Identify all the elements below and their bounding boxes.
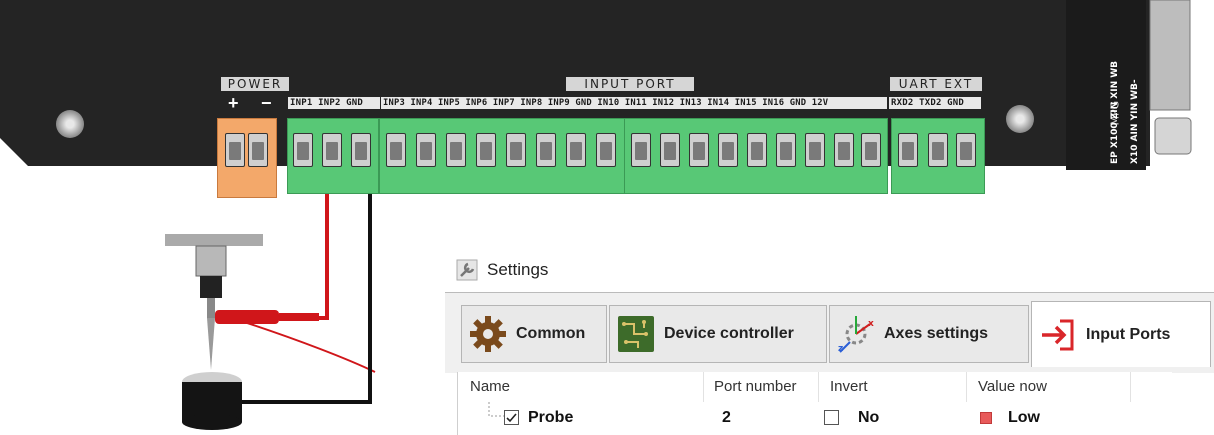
spindle-collet (200, 276, 222, 298)
row-invert: No (858, 409, 880, 426)
power-plus: + (228, 93, 239, 113)
power-terminal (217, 118, 277, 198)
gear-icon (470, 316, 506, 352)
db-screw (1154, 117, 1192, 155)
row-port-number[interactable]: 2 (722, 406, 731, 430)
axes-icon: z x (838, 316, 874, 354)
tab-device-controller-label: Device controller (664, 325, 794, 342)
uart-terminal (891, 118, 985, 194)
invert-checkbox[interactable] (824, 410, 839, 425)
spindle-flange (165, 234, 263, 246)
tool-shank (207, 298, 215, 318)
controller-board: POWER + − INPUT PORT INP1 INP2 GND INP3 … (0, 0, 1214, 430)
pins-group2-label: INP3 INP4 INP5 INP6 INP7 INP8 INP9 GND I… (381, 97, 887, 109)
input-terminal-3 (624, 118, 888, 194)
pins-group1-label: INP1 INP2 GND (288, 97, 380, 109)
side-label-area: MPG EP X100 ZIN XIN WB X10 AIN YIN WB- (1070, 4, 1141, 164)
mounting-screw-right (1006, 105, 1034, 133)
input-terminal-2 (379, 118, 625, 194)
signal-wire (232, 180, 329, 320)
signal-wire-tail (231, 317, 376, 373)
uart-label: UART EXT (890, 77, 982, 91)
tool-bit (207, 318, 215, 370)
table-row[interactable]: Probe 2 No Low (458, 372, 1172, 435)
row-value-now: Low (1008, 409, 1040, 426)
settings-title-bar: Settings (455, 258, 548, 282)
settings-title: Settings (487, 260, 549, 279)
wrench-icon (456, 259, 478, 281)
spindle-body (195, 245, 227, 277)
probe-enabled-checkbox[interactable] (504, 410, 519, 425)
uart-pins-label: RXD2 TXD2 GND (889, 97, 981, 109)
side-text-line1: EP X100 ZIN XIN WB (1110, 60, 1120, 164)
db-connector (1149, 0, 1191, 111)
side-text-line2: X10 AIN YIN WB- (1130, 79, 1140, 164)
tab-axes-settings[interactable]: z x Axes settings (829, 305, 1029, 363)
input-terminal-1 (287, 118, 379, 194)
tab-common[interactable]: Common (461, 305, 607, 363)
tab-input-ports[interactable]: Input Ports (1031, 301, 1211, 367)
tab-common-label: Common (516, 325, 586, 342)
svg-text:z: z (838, 344, 843, 354)
power-label: POWER (221, 77, 289, 91)
row-name: Probe (528, 409, 574, 426)
circuit-board-icon (618, 316, 654, 352)
input-arrow-icon (1042, 319, 1074, 350)
alligator-clip (215, 310, 279, 324)
settings-tabs: Common Device controller z x Axes settin… (445, 292, 1214, 373)
power-minus: − (261, 93, 272, 113)
ground-wire (228, 180, 372, 404)
svg-text:x: x (868, 319, 874, 329)
tab-input-ports-label: Input Ports (1086, 325, 1171, 343)
value-indicator (980, 412, 992, 424)
tab-device-controller[interactable]: Device controller (609, 305, 827, 363)
checkmark-icon (506, 413, 517, 423)
settings-window: Settings Common Device controller z x Ax… (441, 254, 1214, 435)
input-ports-table: Name Port number Invert Value now Probe … (457, 372, 1172, 435)
tab-axes-settings-label: Axes settings (884, 325, 989, 342)
mounting-screw-left (56, 110, 84, 138)
input-port-label: INPUT PORT (566, 77, 694, 91)
